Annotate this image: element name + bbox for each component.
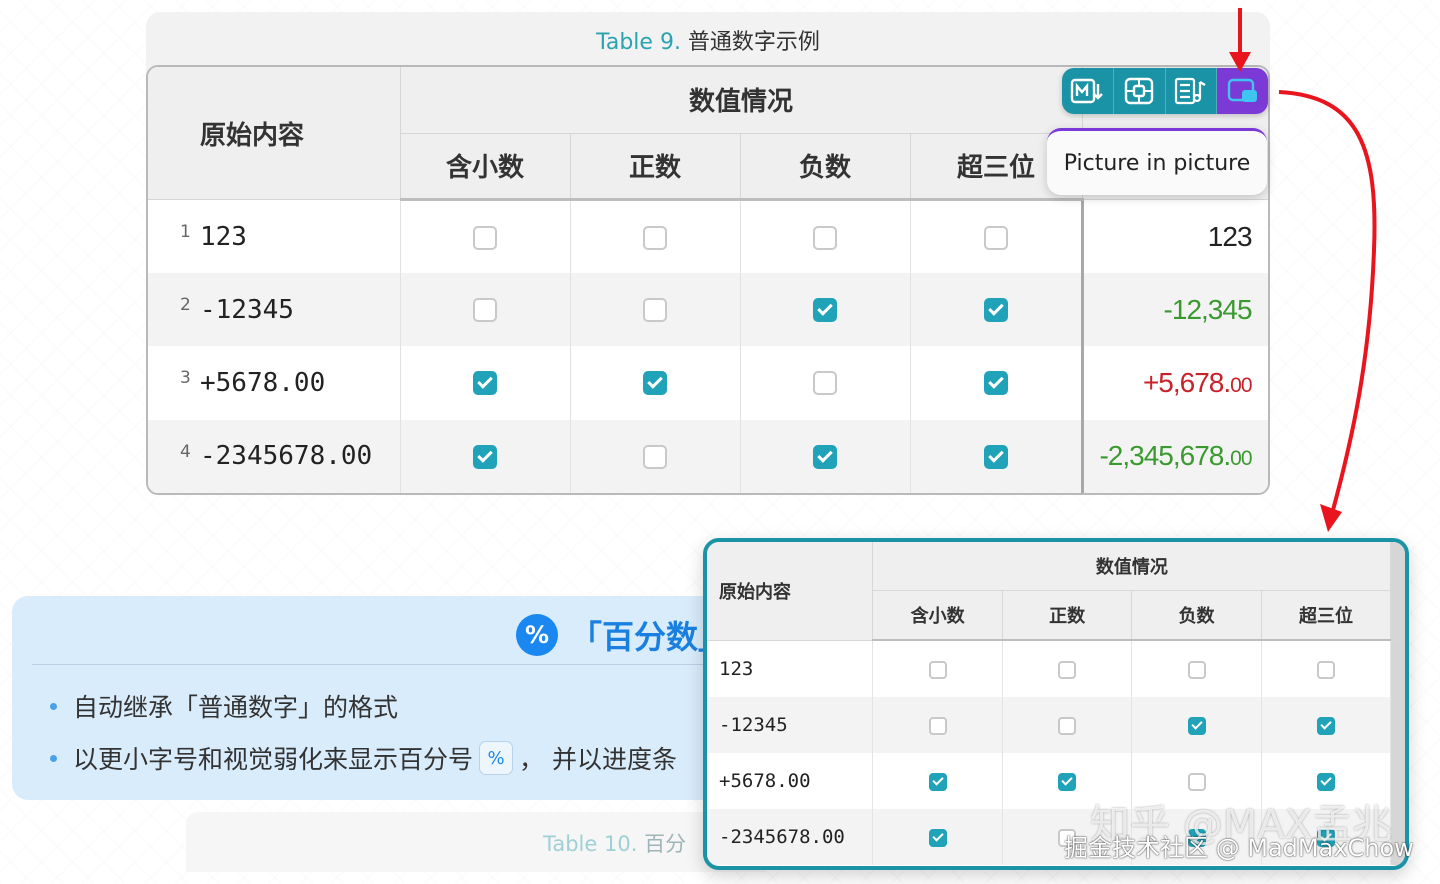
checked-checkbox[interactable] xyxy=(1187,716,1206,735)
table-10-caption-text: 百分 xyxy=(637,832,687,856)
checked-checkbox[interactable] xyxy=(928,772,947,791)
pip-scrollbar-track[interactable] xyxy=(1390,753,1405,809)
table-10-number: Table 10. xyxy=(543,832,638,856)
unchecked-checkbox[interactable] xyxy=(1187,772,1206,791)
info-title: % 「百分数」 xyxy=(516,612,730,658)
pip-check-cell xyxy=(1261,697,1392,753)
pip-scrollbar-track[interactable] xyxy=(1390,542,1405,641)
info-line-2-text: 以更小字号和视觉弱化来显示百分号 xyxy=(73,745,474,774)
pip-table-row: 123 xyxy=(707,640,1405,697)
curved-arrow-annotation xyxy=(1278,90,1377,532)
checked-checkbox[interactable] xyxy=(1317,772,1336,791)
pip-header-negative: 负数 xyxy=(1131,590,1262,641)
checked-checkbox[interactable] xyxy=(928,828,947,847)
down-arrow-annotation xyxy=(1229,8,1251,72)
pip-raw-value: +5678.00 xyxy=(707,753,874,809)
pip-check-cell xyxy=(1002,640,1133,697)
pip-scrollbar-track[interactable] xyxy=(1390,640,1405,697)
bullet xyxy=(50,754,57,762)
info-line-2-after: ， 并以进度条 xyxy=(519,745,677,774)
checked-checkbox[interactable] xyxy=(1317,716,1336,735)
checked-checkbox[interactable] xyxy=(1058,772,1077,791)
unchecked-checkbox[interactable] xyxy=(928,660,947,679)
pip-check-cell xyxy=(872,697,1003,753)
unchecked-checkbox[interactable] xyxy=(928,716,947,735)
unchecked-checkbox[interactable] xyxy=(1058,716,1077,735)
pip-header-over-three-digits: 超三位 xyxy=(1261,590,1392,641)
juejin-watermark: 掘金技术社区 @ MadMaxChow xyxy=(1064,834,1414,862)
table-10-caption: Table 10. 百分 xyxy=(543,828,686,858)
percent-icon: % xyxy=(516,614,558,656)
pip-scrollbar-track[interactable] xyxy=(1390,697,1405,753)
info-line-1: 自动继承「普通数字」的格式 xyxy=(50,688,398,724)
pip-raw-value: 123 xyxy=(707,640,874,697)
pip-check-cell xyxy=(1002,697,1133,753)
pip-check-cell xyxy=(872,809,1003,865)
pip-table-row: -12345 xyxy=(707,697,1405,753)
pip-raw-value: -2345678.00 xyxy=(707,809,874,865)
pip-check-cell xyxy=(1261,640,1392,697)
info-divider xyxy=(32,664,772,665)
pip-header-positive: 正数 xyxy=(1002,590,1133,641)
pip-check-cell xyxy=(872,753,1003,809)
pip-raw-value: -12345 xyxy=(707,697,874,753)
pip-check-cell xyxy=(1131,640,1262,697)
pip-header-has-decimal: 含小数 xyxy=(872,590,1003,641)
unchecked-checkbox[interactable] xyxy=(1187,660,1206,679)
pip-check-cell xyxy=(1131,697,1262,753)
pip-header-original-content: 原始内容 xyxy=(707,542,874,641)
pip-header-value-status: 数值情况 xyxy=(872,542,1392,591)
info-line-2: 以更小字号和视觉弱化来显示百分号 % ， 并以进度条 xyxy=(50,740,677,776)
bullet xyxy=(50,702,57,710)
percent-chip: % xyxy=(479,741,514,775)
unchecked-checkbox[interactable] xyxy=(1317,660,1336,679)
unchecked-checkbox[interactable] xyxy=(1058,660,1077,679)
pip-check-cell xyxy=(872,640,1003,697)
info-line-1-text: 自动继承「普通数字」的格式 xyxy=(73,693,399,722)
